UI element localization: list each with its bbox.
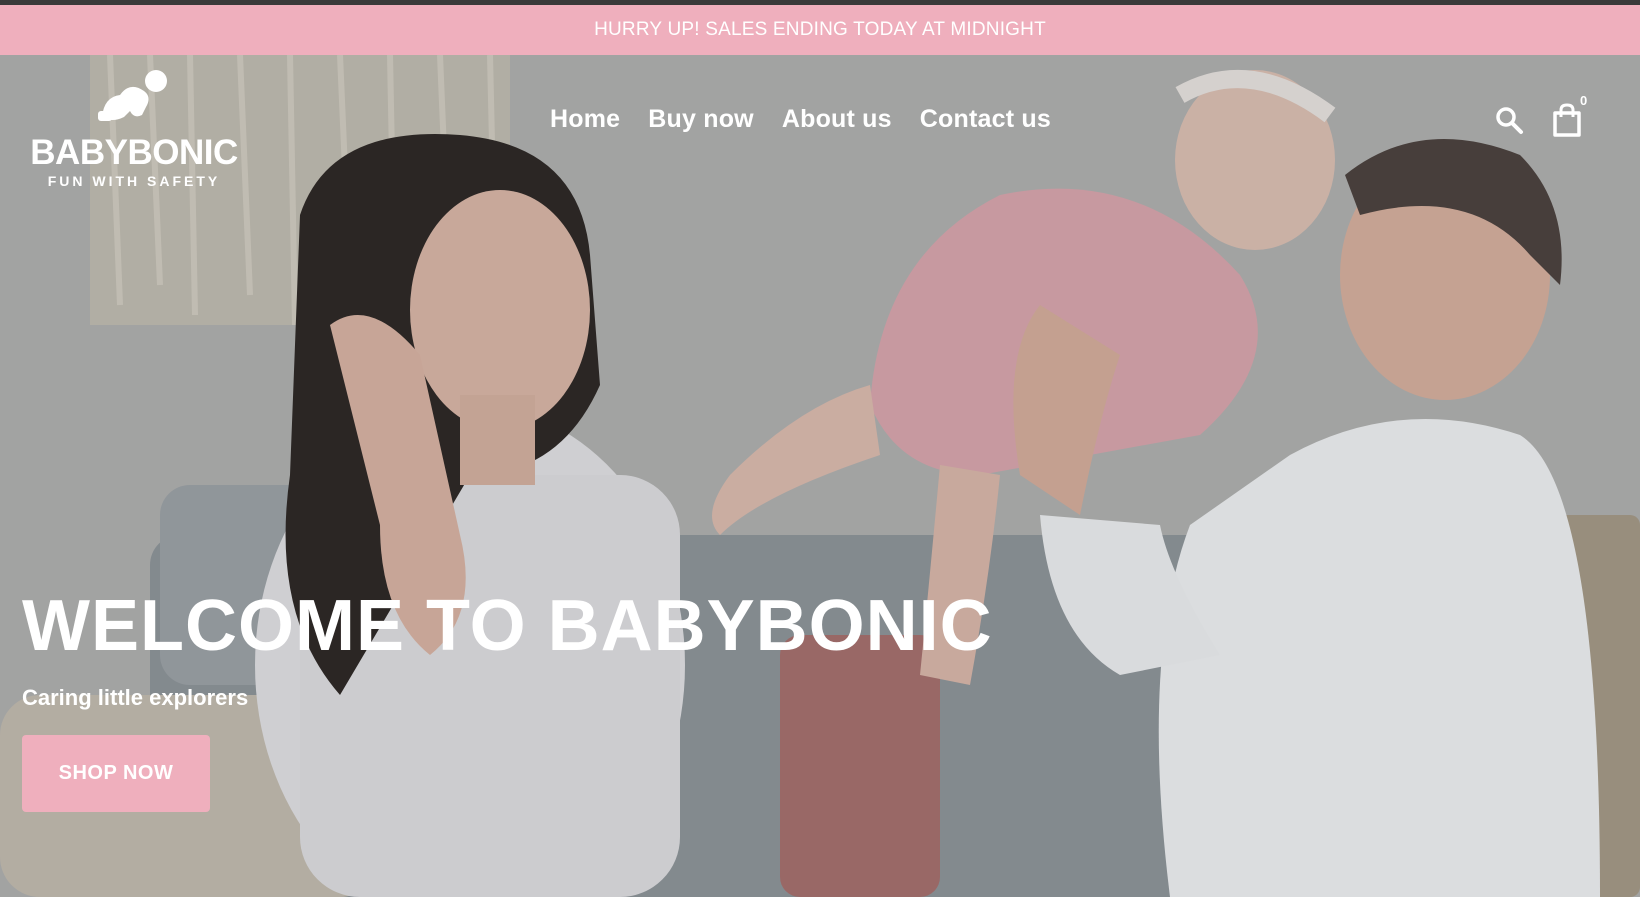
hero-title: WELCOME TO BABYBONIC	[22, 586, 993, 666]
nav-item-contact-us[interactable]: Contact us	[920, 105, 1051, 134]
nav-item-buy-now[interactable]: Buy now	[648, 105, 754, 134]
page-bottom-strip	[0, 897, 1640, 924]
cart-count-badge: 0	[1580, 93, 1588, 108]
announcement-text: HURRY UP! SALES ENDING TODAY AT MIDNIGHT	[594, 19, 1046, 40]
nav-item-about-us[interactable]: About us	[782, 105, 892, 134]
shop-now-button[interactable]: SHOP NOW	[22, 735, 210, 812]
crawling-baby-icon	[98, 70, 167, 121]
hero-section: BABYBONIC FUN WITH SAFETY Home Buy now A…	[0, 55, 1640, 897]
nav-item-home[interactable]: Home	[550, 105, 620, 134]
hero-subtitle: Caring little explorers	[22, 685, 249, 710]
brand-tagline: FUN WITH SAFETY	[47, 173, 221, 189]
shopping-bag-icon[interactable]	[1550, 102, 1584, 138]
announcement-bar: HURRY UP! SALES ENDING TODAY AT MIDNIGHT	[0, 5, 1640, 55]
hero-photo	[0, 55, 1640, 897]
brand-logo[interactable]: BABYBONIC FUN WITH SAFETY	[24, 67, 244, 189]
main-nav: Home Buy now About us Contact us	[550, 105, 1051, 134]
brand-name: BABYBONIC	[30, 133, 238, 172]
search-icon[interactable]	[1493, 104, 1525, 136]
